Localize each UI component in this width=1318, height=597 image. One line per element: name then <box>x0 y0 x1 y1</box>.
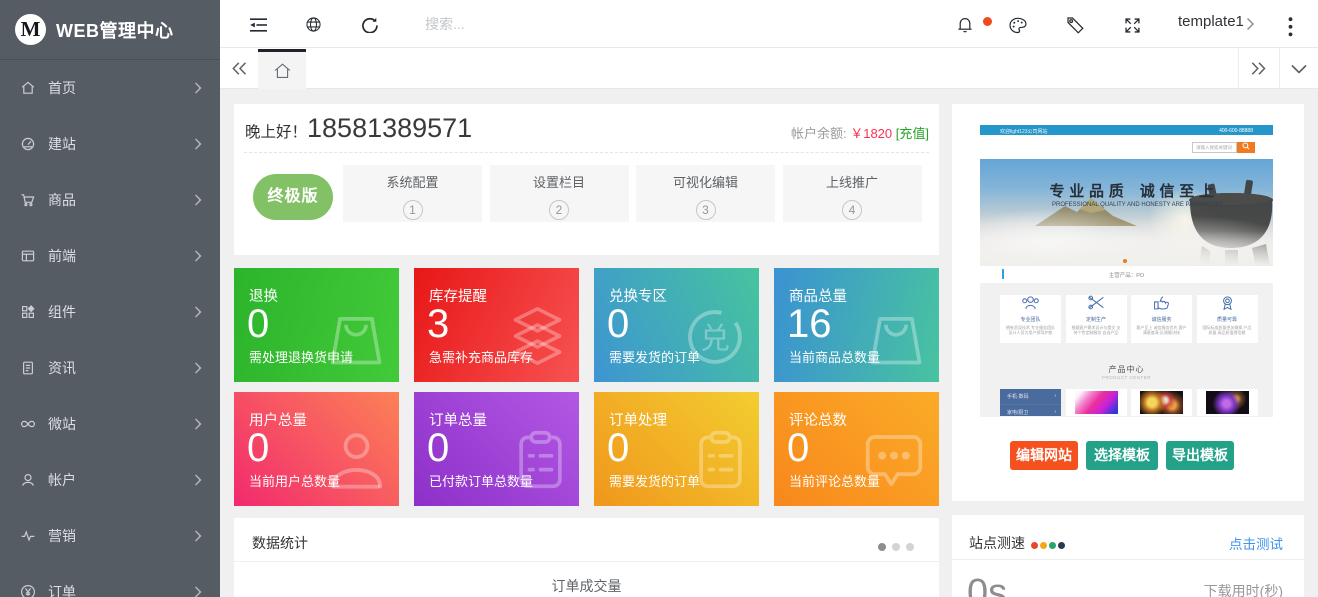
svg-text:兑: 兑 <box>700 322 730 355</box>
